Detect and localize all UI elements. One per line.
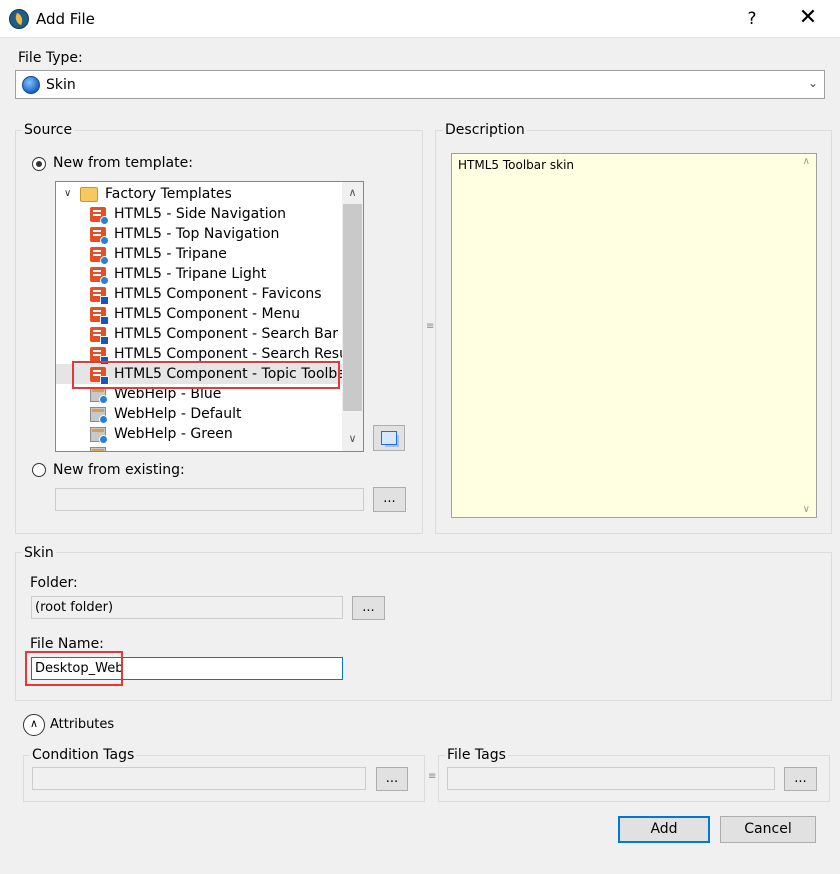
html5-skin-icon: [90, 247, 109, 265]
app-logo-icon: [9, 9, 29, 29]
tree-item-label: WebHelp - Default: [114, 406, 242, 422]
skin-group-title: Skin: [22, 545, 56, 561]
attributes-label[interactable]: Attributes: [50, 717, 114, 732]
copy-pages-icon: [381, 431, 397, 445]
html5-component-icon: [90, 287, 109, 305]
folder-browse-button[interactable]: ...: [352, 596, 385, 620]
tree-item-label: HTML5 - Top Navigation: [114, 226, 280, 242]
description-group-title: Description: [443, 122, 527, 138]
webhelp-skin-icon: [90, 407, 108, 424]
add-button[interactable]: Add: [618, 816, 710, 843]
tree-item[interactable]: HTML5 - Tripane Light: [56, 264, 342, 285]
tree-item-partial[interactable]: [56, 444, 342, 451]
file-type-select[interactable]: Skin ⌄: [15, 70, 825, 99]
scroll-down-icon[interactable]: ∨: [342, 429, 363, 449]
condition-tags-label: Condition Tags: [30, 747, 137, 763]
new-from-template-radio[interactable]: [32, 157, 46, 171]
collapse-attributes-icon[interactable]: ∧: [23, 714, 45, 736]
description-text: HTML5 Toolbar skin: [458, 158, 575, 172]
webhelp-skin-icon: [90, 447, 106, 451]
html5-skin-icon: [90, 267, 109, 285]
pane-splitter-handle[interactable]: ≡: [426, 321, 434, 332]
tree-item[interactable]: HTML5 - Tripane: [56, 244, 342, 265]
chevron-down-icon[interactable]: ⌄: [808, 76, 818, 90]
scroll-up-icon[interactable]: ∧: [803, 156, 810, 167]
tree-scrollbar-thumb[interactable]: [343, 204, 362, 411]
tree-item-label: HTML5 Component - Search Bar: [114, 326, 339, 342]
tree-item-label: HTML5 Component - Favicons: [114, 286, 322, 302]
tree-item[interactable]: HTML5 - Top Navigation: [56, 224, 342, 245]
html5-component-icon: [90, 327, 109, 345]
file-tags-browse-button[interactable]: ...: [784, 767, 817, 791]
new-from-existing-radio[interactable]: [32, 463, 46, 477]
tree-item-label: HTML5 - Side Navigation: [114, 206, 287, 222]
condition-tags-browse-button[interactable]: ...: [376, 767, 408, 791]
file-name-highlight: [25, 651, 123, 686]
tree-item-label: HTML5 - Tripane: [114, 246, 227, 262]
html5-component-icon: [90, 347, 109, 365]
tree-item[interactable]: HTML5 Component - Search Bar: [56, 324, 342, 345]
cancel-button[interactable]: Cancel: [720, 816, 816, 843]
file-type-value: Skin: [46, 77, 76, 93]
html5-component-icon: [90, 307, 109, 325]
html5-skin-icon: [90, 227, 109, 245]
source-group-title: Source: [22, 122, 75, 138]
webhelp-skin-icon: [90, 427, 108, 444]
new-from-existing-label[interactable]: New from existing:: [53, 462, 185, 478]
tree-item[interactable]: WebHelp - Default: [56, 404, 342, 424]
file-tags-label: File Tags: [445, 747, 508, 763]
tree-item[interactable]: HTML5 Component - Menu: [56, 304, 342, 325]
skin-globe-icon: [22, 76, 40, 94]
webhelp-skin-icon: [90, 387, 108, 404]
tree-item-label: HTML5 Component - Menu: [114, 306, 300, 322]
tree-item-label: Factory Templates: [105, 186, 232, 202]
attributes-splitter-handle[interactable]: ≡: [428, 771, 436, 782]
description-text-area[interactable]: HTML5 Toolbar skin ∧ ∨: [451, 153, 817, 518]
tree-item[interactable]: HTML5 - Side Navigation: [56, 204, 342, 225]
new-from-template-label[interactable]: New from template:: [53, 155, 193, 171]
folder-input[interactable]: (root folder): [31, 596, 343, 619]
folder-label: Folder:: [30, 575, 78, 591]
close-button[interactable]: ✕: [786, 4, 830, 34]
existing-browse-button[interactable]: ...: [373, 487, 406, 512]
condition-tags-input[interactable]: [32, 767, 366, 790]
tree-item[interactable]: WebHelp - Green: [56, 424, 342, 444]
scroll-up-icon[interactable]: ∧: [342, 183, 363, 203]
selected-template-highlight: [72, 361, 340, 389]
tree-item-label: HTML5 - Tripane Light: [114, 266, 267, 282]
file-name-label: File Name:: [30, 636, 104, 652]
folder-icon: [80, 187, 98, 202]
chevron-down-icon[interactable]: ∨: [64, 184, 71, 204]
view-template-button[interactable]: [373, 425, 405, 451]
help-button[interactable]: ?: [730, 4, 774, 34]
tree-item-label: WebHelp - Green: [114, 426, 233, 442]
window-title: Add File: [36, 10, 95, 28]
tree-root-item[interactable]: ∨ Factory Templates: [56, 184, 342, 204]
title-bar: [0, 0, 840, 38]
existing-file-input[interactable]: [55, 488, 364, 511]
file-type-label: File Type:: [18, 50, 83, 66]
scroll-down-icon[interactable]: ∨: [803, 504, 810, 515]
template-tree[interactable]: ∨ Factory Templates HTML5 - Side Navigat…: [55, 181, 364, 452]
tree-item[interactable]: HTML5 Component - Favicons: [56, 284, 342, 305]
html5-skin-icon: [90, 207, 109, 225]
file-tags-input[interactable]: [447, 767, 775, 790]
